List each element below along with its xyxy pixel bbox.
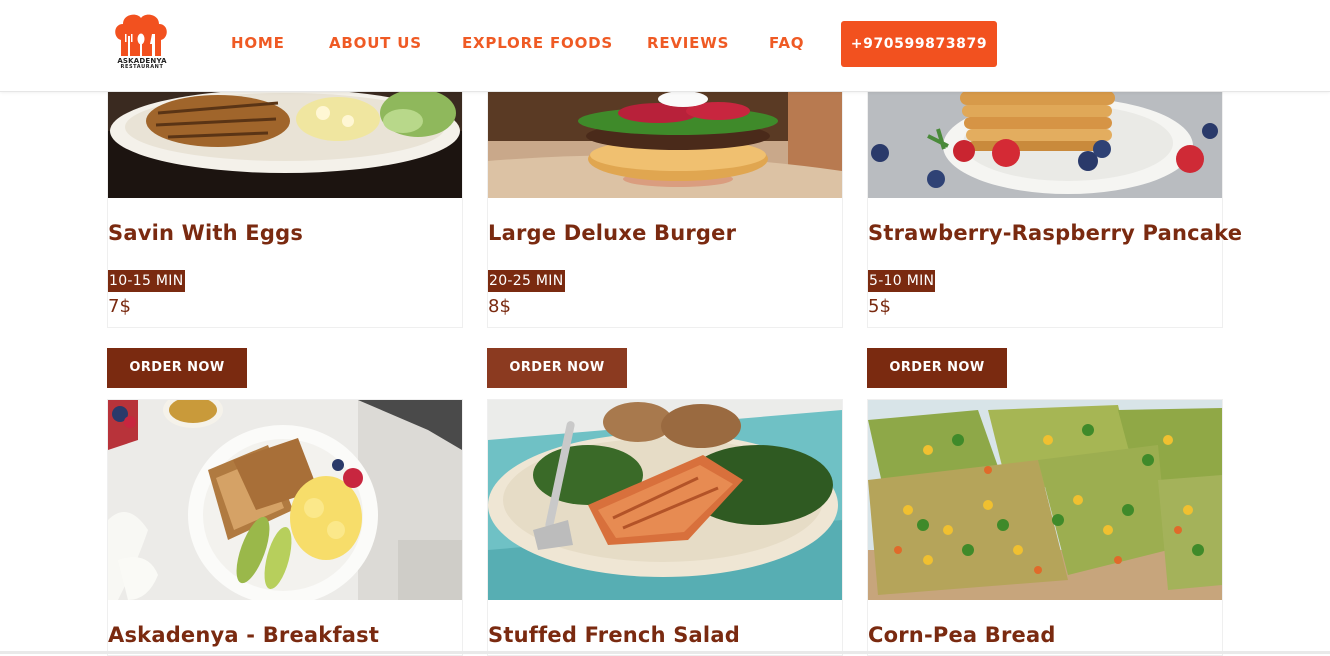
food-image-strawberry-raspberry-pancake xyxy=(868,91,1222,198)
logo-wordmark: ASKADENYA RESTAURANT xyxy=(111,58,173,71)
nav-reviews[interactable]: REVIEWS xyxy=(647,34,729,52)
order-now-button[interactable]: ORDER NOW xyxy=(107,348,247,388)
food-title: Strawberry-Raspberry Pancake xyxy=(868,221,1243,245)
food-card: Savin With Eggs 10-15 MIN 7$ xyxy=(107,91,463,328)
food-price: 5$ xyxy=(868,296,891,317)
food-title: Stuffed French Salad xyxy=(488,623,740,647)
food-title: Savin With Eggs xyxy=(108,221,304,245)
food-image-askadenya-breakfast xyxy=(108,400,462,600)
food-card: Large Deluxe Burger 20-25 MIN 8$ xyxy=(487,91,843,328)
food-card: Corn-Pea Bread xyxy=(867,399,1223,656)
prep-time-badge: 10-15 MIN xyxy=(108,270,185,292)
food-card: Stuffed French Salad xyxy=(487,399,843,656)
food-title: Askadenya - Breakfast xyxy=(108,623,380,647)
food-title: Large Deluxe Burger xyxy=(488,221,737,245)
nav-about-us[interactable]: ABOUT US xyxy=(329,34,422,52)
food-price: 8$ xyxy=(488,296,511,317)
food-image-stuffed-french-salad xyxy=(488,400,842,600)
order-now-button[interactable]: ORDER NOW xyxy=(487,348,627,388)
order-now-button[interactable]: ORDER NOW xyxy=(867,348,1007,388)
nav-home[interactable]: HOME xyxy=(231,34,285,52)
food-card: Strawberry-Raspberry Pancake 5-10 MIN 5$ xyxy=(867,91,1242,328)
nav-faq[interactable]: FAQ xyxy=(769,34,804,52)
nav-explore-foods[interactable]: EXPLORE FOODS xyxy=(462,34,613,52)
food-price: 7$ xyxy=(108,296,131,317)
food-card: Askadenya - Breakfast xyxy=(107,399,463,656)
phone-button[interactable]: +970599873879 xyxy=(841,21,997,67)
prep-time-badge: 20-25 MIN xyxy=(488,270,565,292)
food-title: Corn-Pea Bread xyxy=(868,623,1056,647)
prep-time-badge: 5-10 MIN xyxy=(868,270,936,292)
food-image-corn-pea-bread xyxy=(868,400,1222,600)
food-image-large-deluxe-burger xyxy=(488,91,842,198)
food-image-savin-with-eggs xyxy=(108,91,462,198)
site-header: ASKADENYA RESTAURANT HOME ABOUT US EXPLO… xyxy=(0,0,1330,92)
